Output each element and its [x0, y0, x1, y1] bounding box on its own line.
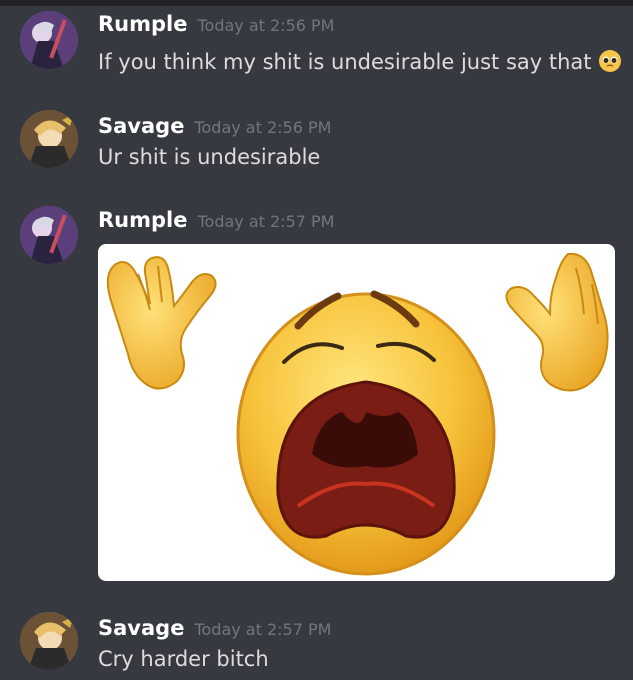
crying-face-raised-hands-icon — [106, 252, 609, 576]
avatar-savage[interactable] — [20, 612, 78, 670]
pleading-face-emoji-icon — [598, 49, 622, 73]
username[interactable]: Rumple — [98, 12, 187, 36]
username[interactable]: Savage — [98, 616, 184, 640]
left-hand — [106, 256, 217, 390]
message-text: Cry harder bitch — [98, 647, 269, 671]
username[interactable]: Savage — [98, 114, 184, 138]
username[interactable]: Rumple — [98, 208, 187, 232]
avatar-art-icon — [20, 206, 78, 264]
avatar-rumple[interactable] — [20, 206, 78, 264]
top-bar — [0, 0, 633, 6]
crying-emoji-image[interactable] — [98, 244, 615, 581]
right-hand — [505, 252, 609, 392]
avatar-rumple[interactable] — [20, 11, 78, 69]
avatar-art-icon — [20, 110, 78, 168]
message-text: Ur shit is undesirable — [98, 145, 321, 169]
timestamp: Today at 2:56 PM — [194, 118, 332, 137]
crying-face — [236, 290, 496, 576]
message-text: If you think my shit is undesirable just… — [98, 50, 592, 74]
timestamp: Today at 2:57 PM — [197, 212, 335, 231]
avatar-art-icon — [20, 11, 78, 69]
timestamp: Today at 2:56 PM — [197, 16, 335, 35]
timestamp: Today at 2:57 PM — [194, 620, 332, 639]
avatar-savage[interactable] — [20, 110, 78, 168]
avatar-art-icon — [20, 612, 78, 670]
